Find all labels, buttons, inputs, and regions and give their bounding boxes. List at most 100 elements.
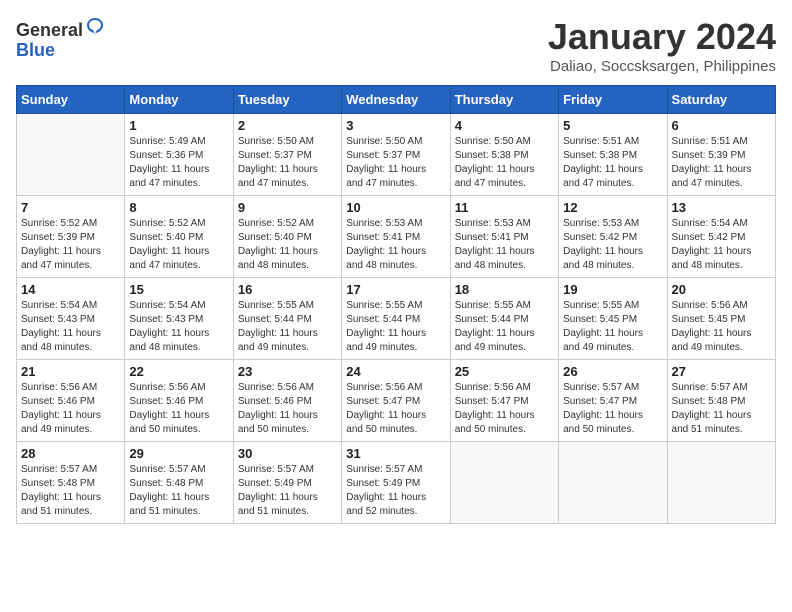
calendar-header-row: SundayMondayTuesdayWednesdayThursdayFrid… bbox=[17, 86, 776, 114]
day-number: 31 bbox=[346, 446, 445, 461]
calendar-cell: 23 Sunrise: 5:56 AM Sunset: 5:46 PM Dayli… bbox=[233, 360, 341, 442]
calendar-week-row: 7 Sunrise: 5:52 AM Sunset: 5:39 PM Daylig… bbox=[17, 196, 776, 278]
day-header-friday: Friday bbox=[559, 86, 667, 114]
calendar-cell: 27 Sunrise: 5:57 AM Sunset: 5:48 PM Dayli… bbox=[667, 360, 775, 442]
day-info: Sunrise: 5:53 AM Sunset: 5:41 PM Dayligh… bbox=[455, 217, 554, 273]
calendar-cell bbox=[450, 442, 558, 524]
day-number: 27 bbox=[672, 364, 771, 379]
day-number: 25 bbox=[455, 364, 554, 379]
day-number: 12 bbox=[563, 200, 662, 215]
day-number: 7 bbox=[21, 200, 120, 215]
day-number: 23 bbox=[238, 364, 337, 379]
day-number: 9 bbox=[238, 200, 337, 215]
day-number: 4 bbox=[455, 118, 554, 133]
day-info: Sunrise: 5:55 AM Sunset: 5:44 PM Dayligh… bbox=[346, 299, 445, 355]
day-number: 5 bbox=[563, 118, 662, 133]
day-header-monday: Monday bbox=[125, 86, 233, 114]
day-number: 3 bbox=[346, 118, 445, 133]
day-number: 30 bbox=[238, 446, 337, 461]
day-info: Sunrise: 5:53 AM Sunset: 5:42 PM Dayligh… bbox=[563, 217, 662, 273]
month-title: January 2024 bbox=[548, 16, 776, 58]
day-info: Sunrise: 5:53 AM Sunset: 5:41 PM Dayligh… bbox=[346, 217, 445, 273]
calendar-cell: 8Sunrise: 5:52 AM Sunset: 5:40 PM Daylig… bbox=[125, 196, 233, 278]
logo-general: General bbox=[16, 20, 83, 40]
day-info: Sunrise: 5:57 AM Sunset: 5:48 PM Dayligh… bbox=[21, 463, 120, 519]
day-number: 10 bbox=[346, 200, 445, 215]
calendar-week-row: 28 Sunrise: 5:57 AM Sunset: 5:48 PM Dayli… bbox=[17, 442, 776, 524]
calendar-cell: 11 Sunrise: 5:53 AM Sunset: 5:41 PM Dayli… bbox=[450, 196, 558, 278]
day-info: Sunrise: 5:56 AM Sunset: 5:45 PM Dayligh… bbox=[672, 299, 771, 355]
day-info: Sunrise: 5:52 AM Sunset: 5:39 PM Dayligh… bbox=[21, 217, 120, 273]
day-number: 22 bbox=[129, 364, 228, 379]
day-info: Sunrise: 5:50 AM Sunset: 5:38 PM Dayligh… bbox=[455, 135, 554, 191]
day-info: Sunrise: 5:56 AM Sunset: 5:47 PM Dayligh… bbox=[455, 381, 554, 437]
calendar-cell: 17 Sunrise: 5:55 AM Sunset: 5:44 PM Dayli… bbox=[342, 278, 450, 360]
day-info: Sunrise: 5:57 AM Sunset: 5:47 PM Dayligh… bbox=[563, 381, 662, 437]
calendar-cell: 21Sunrise: 5:56 AM Sunset: 5:46 PM Dayli… bbox=[17, 360, 125, 442]
day-info: Sunrise: 5:55 AM Sunset: 5:45 PM Dayligh… bbox=[563, 299, 662, 355]
day-number: 17 bbox=[346, 282, 445, 297]
calendar-cell: 12 Sunrise: 5:53 AM Sunset: 5:42 PM Dayli… bbox=[559, 196, 667, 278]
calendar-cell: 30Sunrise: 5:57 AM Sunset: 5:49 PM Dayli… bbox=[233, 442, 341, 524]
day-number: 15 bbox=[129, 282, 228, 297]
day-number: 2 bbox=[238, 118, 337, 133]
calendar-week-row: 1Sunrise: 5:49 AM Sunset: 5:36 PM Daylig… bbox=[17, 114, 776, 196]
day-info: Sunrise: 5:54 AM Sunset: 5:43 PM Dayligh… bbox=[129, 299, 228, 355]
location-subtitle: Daliao, Soccsksargen, Philippines bbox=[548, 58, 776, 75]
day-info: Sunrise: 5:56 AM Sunset: 5:46 PM Dayligh… bbox=[129, 381, 228, 437]
calendar-cell: 24 Sunrise: 5:56 AM Sunset: 5:47 PM Dayli… bbox=[342, 360, 450, 442]
calendar-week-row: 21Sunrise: 5:56 AM Sunset: 5:46 PM Dayli… bbox=[17, 360, 776, 442]
day-info: Sunrise: 5:50 AM Sunset: 5:37 PM Dayligh… bbox=[346, 135, 445, 191]
day-info: Sunrise: 5:57 AM Sunset: 5:48 PM Dayligh… bbox=[672, 381, 771, 437]
day-info: Sunrise: 5:57 AM Sunset: 5:48 PM Dayligh… bbox=[129, 463, 228, 519]
title-block: January 2024 Daliao, Soccsksargen, Phili… bbox=[548, 16, 776, 75]
calendar-cell: 31 Sunrise: 5:57 AM Sunset: 5:49 PM Dayli… bbox=[342, 442, 450, 524]
calendar-cell: 6 Sunrise: 5:51 AM Sunset: 5:39 PM Daylig… bbox=[667, 114, 775, 196]
calendar-cell bbox=[667, 442, 775, 524]
day-info: Sunrise: 5:52 AM Sunset: 5:40 PM Dayligh… bbox=[129, 217, 228, 273]
calendar-cell: 5 Sunrise: 5:51 AM Sunset: 5:38 PM Daylig… bbox=[559, 114, 667, 196]
calendar-cell bbox=[17, 114, 125, 196]
day-info: Sunrise: 5:56 AM Sunset: 5:47 PM Dayligh… bbox=[346, 381, 445, 437]
logo-blue: Blue bbox=[16, 41, 105, 59]
day-number: 20 bbox=[672, 282, 771, 297]
calendar-cell: 19Sunrise: 5:55 AM Sunset: 5:45 PM Dayli… bbox=[559, 278, 667, 360]
page-header: General Blue January 2024 Daliao, Soccsk… bbox=[16, 16, 776, 75]
day-info: Sunrise: 5:49 AM Sunset: 5:36 PM Dayligh… bbox=[129, 135, 228, 191]
day-number: 14 bbox=[21, 282, 120, 297]
calendar-cell: 20 Sunrise: 5:56 AM Sunset: 5:45 PM Dayli… bbox=[667, 278, 775, 360]
calendar-cell: 13 Sunrise: 5:54 AM Sunset: 5:42 PM Dayli… bbox=[667, 196, 775, 278]
day-number: 6 bbox=[672, 118, 771, 133]
day-number: 13 bbox=[672, 200, 771, 215]
calendar-cell: 22 Sunrise: 5:56 AM Sunset: 5:46 PM Dayli… bbox=[125, 360, 233, 442]
calendar-cell: 25 Sunrise: 5:56 AM Sunset: 5:47 PM Dayli… bbox=[450, 360, 558, 442]
day-header-tuesday: Tuesday bbox=[233, 86, 341, 114]
day-info: Sunrise: 5:56 AM Sunset: 5:46 PM Dayligh… bbox=[238, 381, 337, 437]
day-info: Sunrise: 5:54 AM Sunset: 5:42 PM Dayligh… bbox=[672, 217, 771, 273]
logo-bird-icon bbox=[85, 16, 105, 36]
calendar-cell: 16Sunrise: 5:55 AM Sunset: 5:44 PM Dayli… bbox=[233, 278, 341, 360]
day-info: Sunrise: 5:57 AM Sunset: 5:49 PM Dayligh… bbox=[346, 463, 445, 519]
day-info: Sunrise: 5:55 AM Sunset: 5:44 PM Dayligh… bbox=[238, 299, 337, 355]
calendar-cell: 14 Sunrise: 5:54 AM Sunset: 5:43 PM Dayli… bbox=[17, 278, 125, 360]
day-info: Sunrise: 5:54 AM Sunset: 5:43 PM Dayligh… bbox=[21, 299, 120, 355]
calendar-cell: 1Sunrise: 5:49 AM Sunset: 5:36 PM Daylig… bbox=[125, 114, 233, 196]
day-info: Sunrise: 5:56 AM Sunset: 5:46 PM Dayligh… bbox=[21, 381, 120, 437]
day-number: 28 bbox=[21, 446, 120, 461]
calendar-cell: 29Sunrise: 5:57 AM Sunset: 5:48 PM Dayli… bbox=[125, 442, 233, 524]
calendar-cell: 2Sunrise: 5:50 AM Sunset: 5:37 PM Daylig… bbox=[233, 114, 341, 196]
calendar-cell bbox=[559, 442, 667, 524]
day-info: Sunrise: 5:51 AM Sunset: 5:39 PM Dayligh… bbox=[672, 135, 771, 191]
day-info: Sunrise: 5:55 AM Sunset: 5:44 PM Dayligh… bbox=[455, 299, 554, 355]
calendar-week-row: 14 Sunrise: 5:54 AM Sunset: 5:43 PM Dayli… bbox=[17, 278, 776, 360]
day-header-thursday: Thursday bbox=[450, 86, 558, 114]
calendar-cell: 28 Sunrise: 5:57 AM Sunset: 5:48 PM Dayli… bbox=[17, 442, 125, 524]
day-number: 18 bbox=[455, 282, 554, 297]
day-number: 11 bbox=[455, 200, 554, 215]
day-number: 24 bbox=[346, 364, 445, 379]
day-number: 26 bbox=[563, 364, 662, 379]
calendar-cell: 26 Sunrise: 5:57 AM Sunset: 5:47 PM Dayli… bbox=[559, 360, 667, 442]
logo: General Blue bbox=[16, 16, 105, 59]
day-info: Sunrise: 5:51 AM Sunset: 5:38 PM Dayligh… bbox=[563, 135, 662, 191]
calendar-cell: 15 Sunrise: 5:54 AM Sunset: 5:43 PM Dayli… bbox=[125, 278, 233, 360]
